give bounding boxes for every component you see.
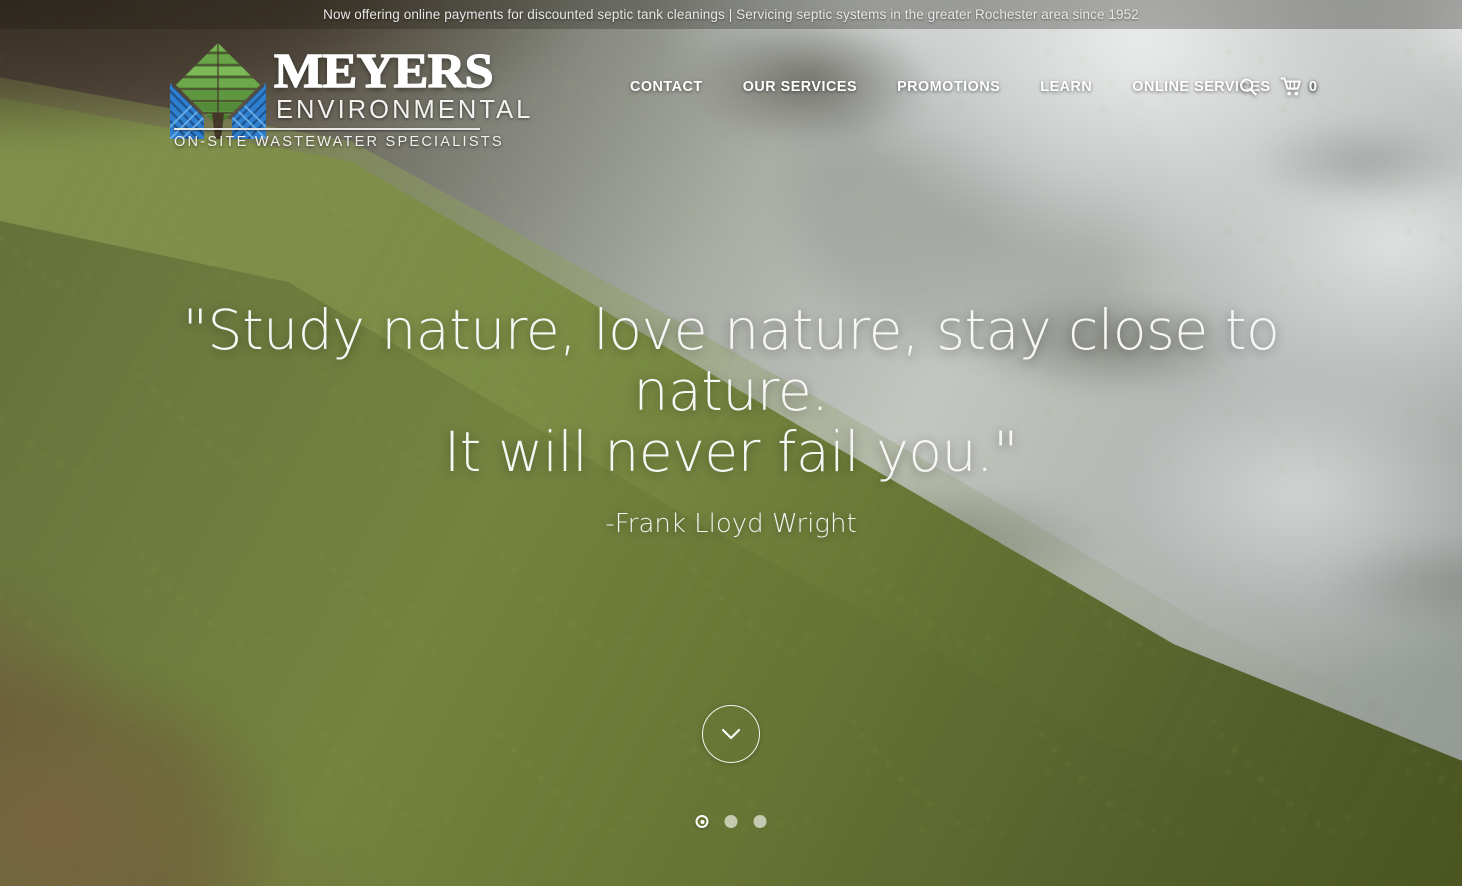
hero-quote-line-1: "Study nature, love nature, stay close t… [182,298,1280,423]
nav-link-contact[interactable]: CONTACT [610,79,723,95]
brand-wordmark: MEYERS ENVIRONMENTAL ON-SITE WASTEWATER … [174,41,534,150]
nav-item-learn[interactable]: LEARN [1020,79,1112,95]
nav-link-our-services[interactable]: OUR SERVICES [723,79,877,95]
nav-link-learn[interactable]: LEARN [1020,79,1112,95]
nav-item-contact[interactable]: CONTACT [610,79,723,95]
brand-tagline: ON-SITE WASTEWATER SPECIALISTS [174,134,504,151]
nav-link-promotions[interactable]: PROMOTIONS [877,79,1020,95]
hero-quote-line-2: It will never fail you." [443,420,1019,484]
hero-content: "Study nature, love nature, stay close t… [0,300,1462,540]
shopping-cart-icon [1280,77,1301,96]
site-header: MEYERS ENVIRONMENTAL ON-SITE WASTEWATER … [0,29,1462,160]
nav-item-promotions[interactable]: PROMOTIONS [877,79,1020,95]
brand-name: MEYERS [273,43,494,98]
cart-item-count: 0 [1308,79,1317,95]
search-icon [1239,78,1257,96]
cart-button[interactable]: 0 [1280,77,1317,97]
search-button[interactable] [1238,77,1258,97]
nav-item-our-services[interactable]: OUR SERVICES [723,79,877,95]
carousel-dot-2[interactable] [724,815,738,828]
homepage-hero-screen: Now offering online payments for discoun… [0,0,1462,886]
hero-quote: "Study nature, love nature, stay close t… [171,300,1291,483]
carousel-dot-3[interactable] [753,815,767,828]
brand-logo-link[interactable]: MEYERS ENVIRONMENTAL ON-SITE WASTEWATER … [168,41,533,150]
carousel-dot-1[interactable] [695,815,709,828]
carousel-pagination [695,815,767,828]
hero-quote-attribution: -Frank Lloyd Wright [605,509,857,539]
chevron-down-icon [721,728,741,740]
scroll-down-button[interactable] [702,705,760,763]
header-tools: 0 [1238,77,1317,97]
primary-navigation: CONTACT OUR SERVICES PROMOTIONS LEARN ON… [610,79,1322,95]
brand-subtitle: ENVIRONMENTAL [276,96,534,125]
nav-list: CONTACT OUR SERVICES PROMOTIONS LEARN ON… [610,79,1291,95]
announcement-text: Now offering online payments for discoun… [323,7,1139,22]
announcement-bar: Now offering online payments for discoun… [0,0,1462,29]
brand-divider-rule [174,128,480,131]
